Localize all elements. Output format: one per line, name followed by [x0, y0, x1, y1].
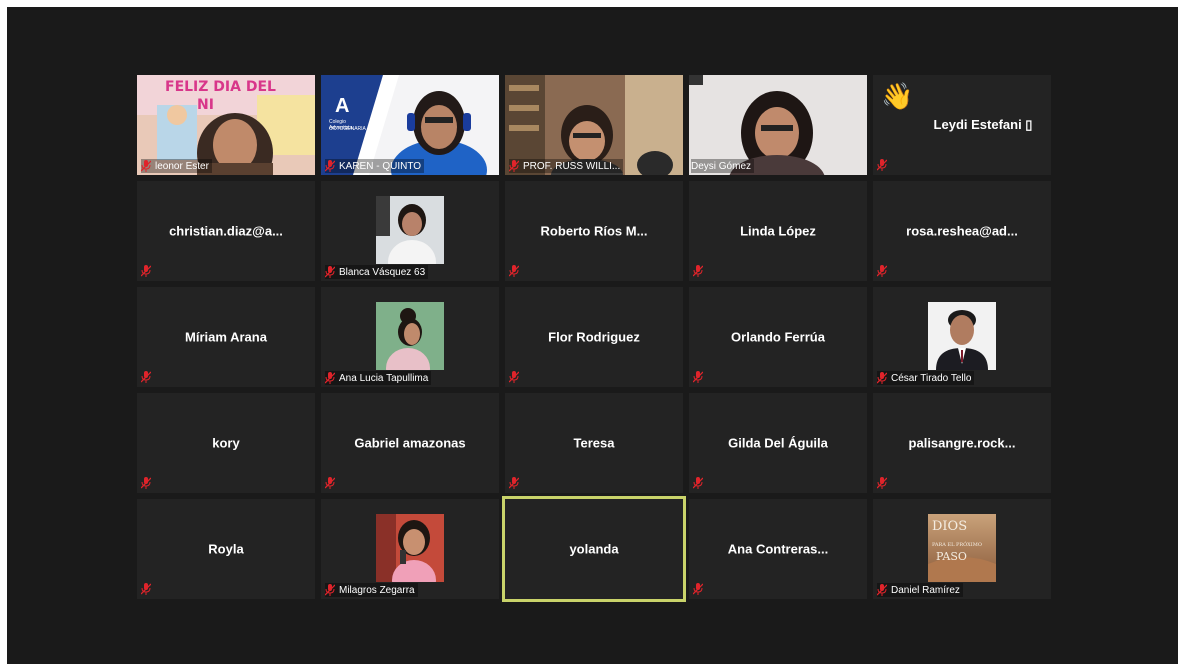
muted-mic-icon	[325, 160, 335, 172]
participant-name: César Tirado Tello	[891, 372, 972, 384]
participant-tile-leydi[interactable]: 👋 Leydi Estefani ▯	[873, 75, 1051, 175]
participant-name: Blanca Vásquez 63	[339, 266, 426, 278]
muted-mic-icon	[693, 371, 703, 383]
participant-label: Blanca Vásquez 63	[325, 265, 429, 279]
participant-name: Gabriel amazonas	[354, 435, 466, 451]
banner-text: FELIZ DIA DEL	[165, 79, 276, 95]
participant-name: palisangre.rock...	[908, 435, 1016, 451]
participant-name: Deysi Gómez	[691, 160, 752, 172]
muted-mic-icon	[141, 160, 151, 172]
participant-tile-kory[interactable]: kory	[137, 393, 315, 493]
participant-tile-deysi[interactable]: Deysi Gómez	[689, 75, 867, 175]
profile-picture	[376, 514, 444, 582]
participant-label: Deysi Gómez	[691, 159, 755, 173]
participant-tile-linda[interactable]: Linda López	[689, 181, 867, 281]
participant-name: Roberto Ríos M...	[540, 223, 648, 239]
profile-picture	[376, 302, 444, 370]
participant-label: Milagros Zegarra	[325, 583, 418, 597]
participant-name: rosa.reshea@ad...	[906, 223, 1018, 239]
participant-tile-blanca[interactable]: Blanca Vásquez 63	[321, 181, 499, 281]
participant-label: KAREN - QUINTO	[325, 159, 425, 173]
gallery-grid: FELIZ DIA DEL NI leonor Ester A Colegio …	[137, 75, 1053, 602]
participant-tile-ana-lucia[interactable]: Ana Lucia Tapullima	[321, 287, 499, 387]
participant-tile-teresa[interactable]: Teresa	[505, 393, 683, 493]
zoom-meeting-window: FELIZ DIA DEL NI leonor Ester A Colegio …	[7, 7, 1178, 664]
participant-tile-gilda[interactable]: Gilda Del Águila	[689, 393, 867, 493]
muted-mic-icon	[141, 477, 151, 489]
muted-mic-icon	[141, 371, 151, 383]
muted-mic-icon	[693, 477, 703, 489]
participant-name: Flor Rodriguez	[548, 329, 640, 345]
book-cover-subtitle: PARA EL PRÓXIMO	[932, 542, 982, 548]
participant-tile-roberto[interactable]: Roberto Ríos M...	[505, 181, 683, 281]
participant-label: Daniel Ramírez	[877, 583, 963, 597]
profile-picture	[928, 302, 996, 370]
muted-mic-icon	[877, 159, 887, 171]
participant-label: Ana Lucia Tapullima	[325, 371, 432, 385]
participant-name: Míriam Arana	[185, 329, 267, 345]
participant-name: christian.diaz@a...	[169, 223, 283, 239]
participant-tile-miriam[interactable]: Míriam Arana	[137, 287, 315, 387]
muted-mic-icon	[877, 372, 887, 384]
muted-mic-icon	[693, 265, 703, 277]
muted-mic-icon	[325, 266, 335, 278]
participant-name: yolanda	[569, 541, 619, 557]
muted-mic-icon	[877, 265, 887, 277]
participant-name: Royla	[208, 541, 244, 557]
muted-mic-icon	[877, 477, 887, 489]
participant-tile-gabriel[interactable]: Gabriel amazonas	[321, 393, 499, 493]
participant-name: Teresa	[573, 435, 615, 451]
muted-mic-icon	[141, 583, 151, 595]
muted-mic-icon	[509, 160, 519, 172]
muted-mic-icon	[325, 477, 335, 489]
muted-mic-icon	[509, 477, 519, 489]
participant-tile-ana-contreras[interactable]: Ana Contreras...	[689, 499, 867, 599]
participant-name: Linda López	[740, 223, 816, 239]
muted-mic-icon	[693, 583, 703, 595]
participant-label: leonor Ester	[141, 159, 212, 173]
participant-name: Leydi Estefani ▯	[933, 117, 1033, 132]
muted-mic-icon	[509, 265, 519, 277]
school-logo-letter: A	[335, 95, 350, 117]
participant-tile-orlando[interactable]: Orlando Ferrúa	[689, 287, 867, 387]
participant-name: kory	[212, 435, 240, 451]
participant-name: Orlando Ferrúa	[731, 329, 825, 345]
participant-name: PROF. RUSS WILLI...	[523, 160, 621, 172]
muted-mic-icon	[325, 584, 335, 596]
participant-name: Daniel Ramírez	[891, 584, 960, 596]
participant-tile-milagros[interactable]: Milagros Zegarra	[321, 499, 499, 599]
participant-tile-yolanda-active-speaker[interactable]: yolanda	[502, 496, 686, 602]
participant-name: KAREN - QUINTO	[339, 160, 422, 172]
participant-tile-leonor[interactable]: FELIZ DIA DEL NI leonor Ester	[137, 75, 315, 175]
participant-name: leonor Ester	[155, 160, 209, 172]
participant-tile-cesar[interactable]: César Tirado Tello	[873, 287, 1051, 387]
banner-text-2: NI	[197, 97, 214, 113]
profile-picture	[376, 196, 444, 264]
participant-tile-christian[interactable]: christian.diaz@a...	[137, 181, 315, 281]
participant-tile-daniel[interactable]: DIOS PARA EL PRÓXIMO PASO Daniel Ramírez	[873, 499, 1051, 599]
participant-tile-royla[interactable]: Royla	[137, 499, 315, 599]
participant-tile-russ[interactable]: PROF. RUSS WILLI...	[505, 75, 683, 175]
muted-mic-icon	[877, 584, 887, 596]
participant-label: César Tirado Tello	[877, 371, 975, 385]
muted-mic-icon	[141, 265, 151, 277]
participant-label: PROF. RUSS WILLI...	[509, 159, 624, 173]
raised-hand-wave-icon: 👋	[881, 81, 914, 111]
participant-name: Ana Contreras...	[727, 541, 829, 557]
participant-name: Gilda Del Águila	[728, 435, 828, 451]
participant-name: Milagros Zegarra	[339, 584, 415, 596]
participant-tile-flor[interactable]: Flor Rodriguez	[505, 287, 683, 387]
participant-name: Ana Lucia Tapullima	[339, 372, 429, 384]
book-cover-title: DIOS	[932, 519, 968, 534]
participant-tile-rosa[interactable]: rosa.reshea@ad...	[873, 181, 1051, 281]
muted-mic-icon	[325, 372, 335, 384]
book-cover-title-2: PASO	[936, 550, 967, 563]
muted-mic-icon	[509, 371, 519, 383]
school-logo-line-2: OCTOGENARIA	[329, 126, 366, 132]
participant-tile-karen[interactable]: A Colegio Adventista OCTOGENARIA KAREN -…	[321, 75, 499, 175]
participant-tile-palisangre[interactable]: palisangre.rock...	[873, 393, 1051, 493]
